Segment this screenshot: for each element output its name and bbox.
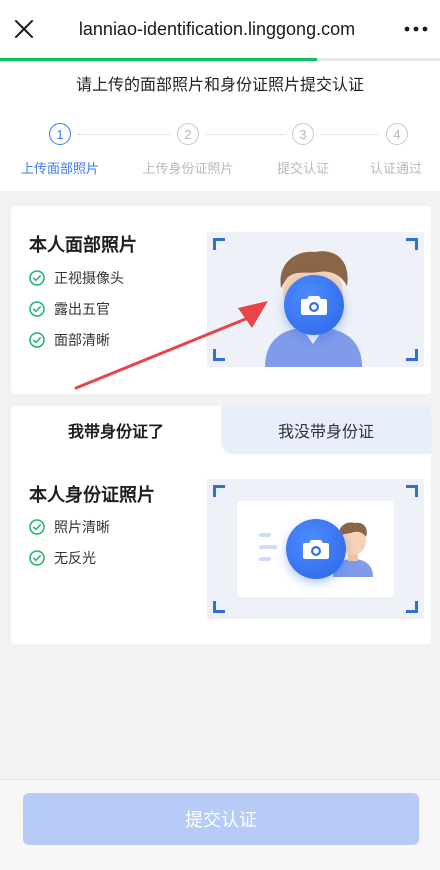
tab-no-id[interactable]: 我没带身份证 xyxy=(221,406,431,454)
bottom-action-bar: 提交认证 xyxy=(0,779,440,870)
face-requirement: 正视摄像头 xyxy=(29,268,124,288)
step-indicator: 1 2 3 4 上传面部照片 上传身份证照片 提交认证 认证通过 xyxy=(0,123,440,183)
step-connector xyxy=(206,134,285,135)
id-photo-upload[interactable] xyxy=(207,479,424,619)
face-requirement: 面部清晰 xyxy=(29,330,110,350)
id-requirement-text: 照片清晰 xyxy=(54,520,110,536)
check-circle-icon xyxy=(29,550,45,566)
camera-icon xyxy=(301,296,327,315)
step-connector xyxy=(78,134,170,135)
face-photo-upload[interactable] xyxy=(207,232,424,367)
step-2-label: 上传身份证照片 xyxy=(142,162,234,177)
step-4-label: 认证通过 xyxy=(369,162,422,177)
tab-have-id[interactable]: 我带身份证了 xyxy=(11,406,221,454)
camera-button[interactable] xyxy=(286,519,346,579)
face-card-title: 本人面部照片 xyxy=(29,235,137,256)
face-requirement: 露出五官 xyxy=(29,299,110,319)
camera-icon xyxy=(303,540,329,559)
check-circle-icon xyxy=(29,519,45,535)
face-requirement-text: 露出五官 xyxy=(54,302,110,318)
submit-button[interactable]: 提交认证 xyxy=(23,793,419,845)
id-requirement: 照片清晰 xyxy=(29,517,110,537)
check-circle-icon xyxy=(29,332,45,348)
page-header: 请上传的面部照片和身份证照片提交认证 1 2 3 4 上传面部照片 上传身份证照… xyxy=(0,61,440,191)
step-1-circle: 1 xyxy=(49,123,71,145)
more-dots-icon[interactable] xyxy=(392,0,440,58)
face-requirement-text: 面部清晰 xyxy=(54,333,110,349)
camera-button[interactable] xyxy=(284,275,344,335)
id-requirement-text: 无反光 xyxy=(54,551,96,567)
close-icon[interactable] xyxy=(2,0,46,58)
face-photo-card: 本人面部照片 正视摄像头 露出五官 面部清晰 xyxy=(11,206,431,394)
step-2-circle: 2 xyxy=(177,123,199,145)
check-circle-icon xyxy=(29,270,45,286)
id-card-title: 本人身份证照片 xyxy=(29,485,155,506)
step-1-label: 上传面部照片 xyxy=(20,162,99,177)
browser-top-bar: lanniao-identification.linggong.com xyxy=(0,0,440,58)
check-circle-icon xyxy=(29,301,45,317)
id-photo-card: 我没带身份证 我带身份证了 本人身份证照片 照片清晰 无反光 xyxy=(11,406,431,644)
page-url: lanniao-identification.linggong.com xyxy=(78,18,356,39)
step-connector xyxy=(321,134,378,135)
step-3-circle: 3 xyxy=(292,123,314,145)
page-instruction: 请上传的面部照片和身份证照片提交认证 xyxy=(75,75,364,94)
id-requirement: 无反光 xyxy=(29,548,96,568)
face-requirement-text: 正视摄像头 xyxy=(54,271,124,287)
step-3-label: 提交认证 xyxy=(276,162,329,177)
step-4-circle: 4 xyxy=(386,123,408,145)
